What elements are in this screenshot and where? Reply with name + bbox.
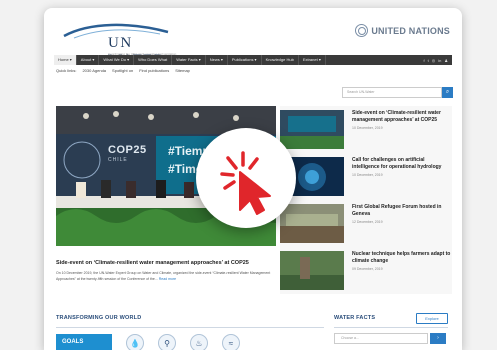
news-title-link[interactable]: Side-event on ‘Climate-resilient water m… (352, 110, 452, 123)
sdg-goals-badge[interactable]: GOALS (56, 334, 112, 350)
search-icon: ⌕ (445, 89, 450, 95)
un-water-logo[interactable]: UN WATER Coordinating the UN's work on w… (60, 20, 190, 68)
news-date: 10 December, 2019 (352, 173, 383, 177)
nav-item-what-we-do[interactable]: What We Do ▾ (99, 55, 135, 65)
search-button[interactable]: ⌕ (442, 87, 453, 98)
quick-links-bar: Quick links: 2030 Agenda Spotlight on Fi… (56, 68, 190, 73)
sanitation-icon[interactable]: ♨ (190, 334, 208, 350)
nav-item-extranet[interactable]: Extranet ▾ (299, 55, 326, 65)
news-text: Side-event on ‘Climate-resilient water m… (344, 110, 452, 149)
instagram-icon[interactable]: ◎ (432, 58, 436, 63)
news-text: First Global Refugee Forum hosted in Gen… (344, 204, 452, 243)
nav-item-news[interactable]: News ▾ (206, 55, 228, 65)
quick-link-find-publications[interactable]: Find publications (139, 68, 169, 73)
hero-title-link[interactable]: Side-event on ‘Climate-resilient water m… (56, 260, 276, 266)
quick-link-2030-agenda[interactable]: 2030 Agenda (82, 68, 106, 73)
main-nav: Home ▾ About ▾ What We Do ▾ Who Does Wha… (54, 55, 452, 65)
water-facts-title: WATER FACTS (334, 315, 376, 321)
nav-item-water-facts[interactable]: Water Facts ▾ (172, 55, 206, 65)
banner-city-text: CHILE (108, 157, 128, 163)
explore-button[interactable]: Explore (416, 313, 448, 324)
hero-description: On 10 December 2019, the UN-Water Expert… (56, 271, 276, 282)
news-thumbnail[interactable] (280, 251, 344, 290)
news-text: Nuclear technique helps farmers adapt to… (344, 251, 452, 290)
section-divider (334, 327, 448, 328)
nav-item-home[interactable]: Home ▾ (54, 55, 77, 65)
news-title-link[interactable]: Call for challenges on artificial intell… (352, 157, 452, 170)
search-input[interactable]: Search UN-Water (342, 87, 442, 98)
news-date: 09 December, 2019 (352, 267, 383, 271)
nav-item-who-does-what[interactable]: Who Does What (134, 55, 173, 65)
water-facts-button[interactable]: › (430, 333, 446, 344)
news-item[interactable]: First Global Refugee Forum hosted in Gen… (280, 200, 452, 247)
quick-link-sitemap[interactable]: Sitemap (175, 68, 190, 73)
read-more-link[interactable]: Read more (159, 277, 176, 281)
nav-item-publications[interactable]: Publications ▾ (228, 55, 262, 65)
news-item[interactable]: Call for challenges on artificial intell… (280, 153, 452, 200)
quick-link-spotlight[interactable]: Spotlight on (112, 68, 133, 73)
user-icon[interactable]: ♟ (444, 58, 448, 63)
facebook-icon[interactable]: f (424, 58, 425, 63)
tap-icon[interactable]: ⚲ (158, 334, 176, 350)
click-illustration (196, 128, 296, 228)
news-item[interactable]: Nuclear technique helps farmers adapt to… (280, 247, 452, 294)
drop-icon[interactable]: 💧 (126, 334, 144, 350)
united-nations-link[interactable]: UNITED NATIONS (355, 24, 450, 37)
cursor-click-icon (220, 151, 271, 215)
nav-item-knowledge-hub[interactable]: Knowledge Hub (262, 55, 299, 65)
un-emblem-icon (355, 24, 369, 37)
news-title-link[interactable]: First Global Refugee Forum hosted in Gen… (352, 204, 452, 217)
arrow-right-icon: › (437, 335, 439, 341)
quick-links-label: Quick links: (56, 68, 77, 73)
social-links: f t ◎ in ♟ (424, 58, 452, 63)
news-title-link[interactable]: Nuclear technique helps farmers adapt to… (352, 251, 452, 264)
news-date: 10 December, 2019 (352, 126, 383, 130)
site-header: UN WATER Coordinating the UN's work on w… (44, 8, 462, 68)
news-item[interactable]: Side-event on ‘Climate-resilient water m… (280, 106, 452, 153)
news-text: Call for challenges on artificial intell… (344, 157, 452, 196)
nav-item-about[interactable]: About ▾ (77, 55, 100, 65)
news-list: Side-event on ‘Climate-resilient water m… (280, 106, 452, 294)
banner-cop-text: COP25 (108, 144, 147, 156)
water-facts-select[interactable]: Choose a... (334, 333, 428, 344)
news-date: 12 December, 2019 (352, 220, 383, 224)
section-divider (56, 327, 324, 328)
linkedin-icon[interactable]: in (438, 58, 441, 63)
united-nations-label: UNITED NATIONS (371, 25, 450, 36)
wave-icon[interactable]: ≈ (222, 334, 240, 350)
twitter-icon[interactable]: t (428, 58, 429, 63)
transforming-title: TRANSFORMING OUR WORLD (56, 315, 142, 321)
goals-row: GOALS 💧 ⚲ ♨ ≈ (56, 334, 240, 350)
